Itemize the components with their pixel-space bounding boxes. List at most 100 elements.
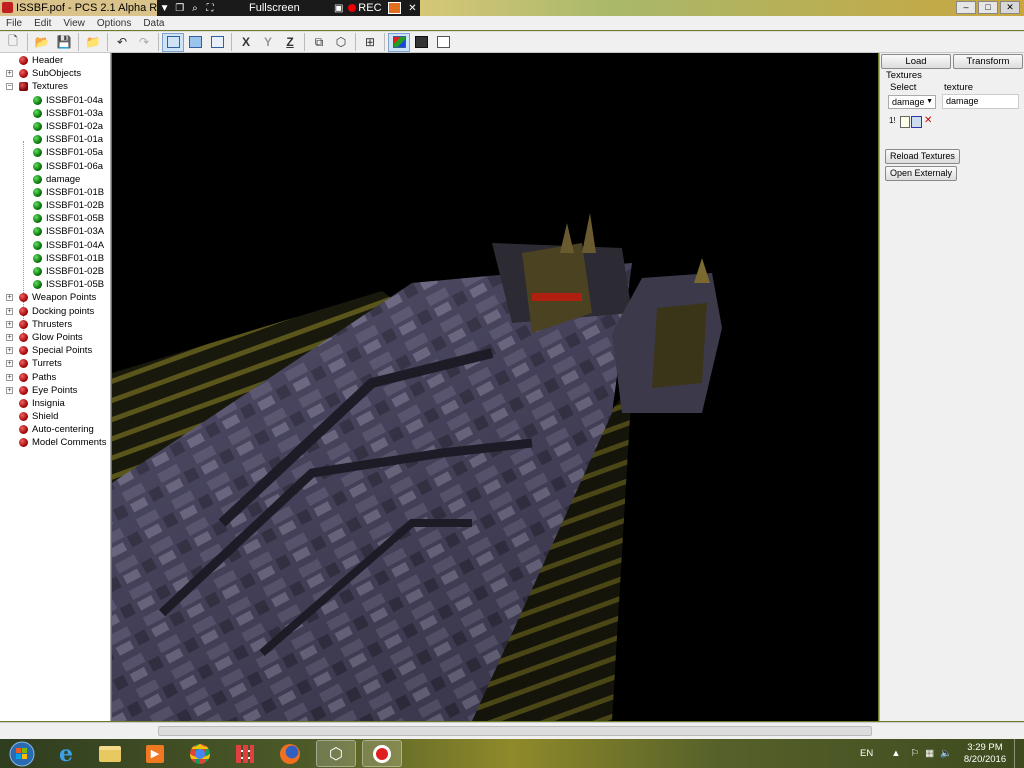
tree-node[interactable]: Insignia	[0, 397, 110, 410]
open-folder-icon[interactable]: 📁	[82, 33, 104, 52]
record-button[interactable]: REC	[346, 2, 383, 14]
firefox-icon[interactable]	[270, 740, 310, 767]
action-center-icon[interactable]: ⚐	[911, 748, 920, 759]
expand-icon[interactable]: +	[6, 320, 13, 328]
x-axis-icon[interactable]: X	[235, 33, 257, 52]
reload-textures-button[interactable]: Reload Textures	[885, 149, 960, 164]
pcs-app-icon[interactable]: ⬡	[316, 740, 356, 767]
save-icon[interactable]: 💾	[53, 33, 75, 52]
new-icon[interactable]: 🗋	[2, 33, 24, 52]
tree-node[interactable]: ISSBF01-01a	[0, 133, 110, 146]
expand-icon[interactable]: +	[6, 360, 13, 368]
transform-button[interactable]: Transform	[953, 54, 1023, 69]
y-axis-icon[interactable]: Y	[257, 33, 279, 52]
tree-node[interactable]: − Textures	[0, 80, 110, 93]
collapse-icon[interactable]: −	[6, 83, 13, 91]
chrome-icon[interactable]	[180, 740, 220, 767]
language-indicator[interactable]: EN	[860, 748, 873, 759]
texture-name-input[interactable]: damage	[942, 94, 1019, 109]
tree-node[interactable]: ISSBF01-02a	[0, 120, 110, 133]
tree-node[interactable]: ISSBF01-05a	[0, 146, 110, 159]
wireframe-view-icon[interactable]	[162, 32, 184, 52]
menu-file[interactable]: File	[6, 18, 22, 29]
apps-icon[interactable]	[225, 740, 265, 767]
z-axis-icon[interactable]: Z	[279, 33, 301, 52]
delete-icon[interactable]: ✕	[924, 116, 932, 128]
tree-node[interactable]: ISSBF01-04a	[0, 94, 110, 107]
tree-node[interactable]: ISSBF01-05B	[0, 278, 110, 291]
copy-icon[interactable]	[900, 116, 910, 128]
tree-node[interactable]: ISSBF01-06a	[0, 160, 110, 173]
solid-view-icon[interactable]	[184, 33, 206, 52]
menu-data[interactable]: Data	[143, 18, 164, 29]
tree-node[interactable]: damage	[0, 173, 110, 186]
open-externally-button[interactable]: Open Externaly	[885, 166, 958, 181]
tree-node[interactable]: + Docking points	[0, 305, 110, 318]
restore-icon[interactable]: ❐	[172, 0, 187, 16]
dark-cube-icon[interactable]	[410, 33, 432, 52]
horizontal-scrollbar[interactable]	[112, 722, 878, 739]
expand-icon[interactable]: +	[6, 333, 13, 341]
expand-icon[interactable]: +	[6, 294, 13, 302]
close-button[interactable]: ✕	[1000, 1, 1020, 14]
3d-viewport[interactable]	[112, 53, 878, 721]
expand-icon[interactable]: +	[6, 70, 13, 78]
search-icon[interactable]: ⌕	[187, 0, 202, 16]
menu-options[interactable]: Options	[97, 18, 131, 29]
network-icon[interactable]: ▦	[925, 748, 934, 759]
tree-node[interactable]: Header	[0, 54, 110, 67]
redo-icon[interactable]: ↷	[133, 33, 155, 52]
color-cube-icon[interactable]	[388, 32, 410, 52]
menu-view[interactable]: View	[63, 18, 85, 29]
tree-node[interactable]: Shield	[0, 410, 110, 423]
undo-icon[interactable]: ↶	[111, 33, 133, 52]
maximize-button[interactable]: □	[978, 1, 998, 14]
tree-node[interactable]: ISSBF01-03a	[0, 107, 110, 120]
dropdown-icon[interactable]: ▼	[157, 0, 172, 16]
tree-node[interactable]: Model Comments	[0, 436, 110, 449]
crop-icon[interactable]: ⛶	[202, 0, 217, 16]
media-player-icon[interactable]: ▶	[135, 740, 175, 767]
expand-icon[interactable]: +	[6, 307, 13, 315]
texture-select[interactable]: damage ▼	[888, 95, 936, 109]
tree-node[interactable]: + Eye Points	[0, 384, 110, 397]
tree-node[interactable]: + Special Points	[0, 344, 110, 357]
tree-node[interactable]: ISSBF01-05B	[0, 212, 110, 225]
load-button[interactable]: Load	[881, 54, 951, 69]
internet-explorer-icon[interactable]: e	[46, 740, 86, 767]
expand-icon[interactable]: +	[6, 347, 13, 355]
fullscreen-button[interactable]: Fullscreen	[218, 2, 332, 14]
tree-node[interactable]: + Weapon Points	[0, 291, 110, 304]
grid-icon[interactable]: ⊞	[359, 33, 381, 52]
tray-arrow-icon[interactable]: ▲	[891, 748, 900, 759]
menu-edit[interactable]: Edit	[34, 18, 51, 29]
tree-node[interactable]: ISSBF01-02B	[0, 265, 110, 278]
paste-icon[interactable]	[911, 116, 922, 128]
tree-node[interactable]: + Glow Points	[0, 331, 110, 344]
tree-node[interactable]: ISSBF01-02B	[0, 199, 110, 212]
tree-node[interactable]: ISSBF01-01B	[0, 252, 110, 265]
clock[interactable]: 3:29 PM 8/20/2016	[956, 742, 1014, 766]
screenshot-icon[interactable]: ▣	[331, 0, 346, 16]
bounding-box-icon[interactable]: ⧉	[308, 33, 330, 52]
file-explorer-icon[interactable]	[90, 740, 130, 767]
expand-icon[interactable]: +	[6, 373, 13, 381]
recorder-app-icon[interactable]	[362, 740, 402, 767]
tree-node[interactable]: + Thrusters	[0, 318, 110, 331]
volume-icon[interactable]: 🔈	[940, 748, 952, 759]
outline-cube-icon[interactable]	[432, 33, 454, 52]
minimize-button[interactable]: –	[956, 1, 976, 14]
textured-view-icon[interactable]	[206, 33, 228, 52]
recorder-close-icon[interactable]: ✕	[405, 0, 420, 16]
tree-node[interactable]: + Turrets	[0, 357, 110, 370]
tree-node[interactable]: Auto-centering	[0, 423, 110, 436]
camera-icon[interactable]	[387, 2, 401, 14]
tree-node[interactable]: + SubObjects	[0, 67, 110, 80]
expand-icon[interactable]: +	[6, 386, 13, 394]
shield-view-icon[interactable]: ⬡	[330, 33, 352, 52]
scrollbar-thumb[interactable]	[158, 726, 872, 736]
tree-node[interactable]: ISSBF01-03A	[0, 225, 110, 238]
open-icon[interactable]: 📂	[31, 33, 53, 52]
tree-node[interactable]: ISSBF01-01B	[0, 186, 110, 199]
show-desktop-button[interactable]	[1014, 739, 1024, 768]
